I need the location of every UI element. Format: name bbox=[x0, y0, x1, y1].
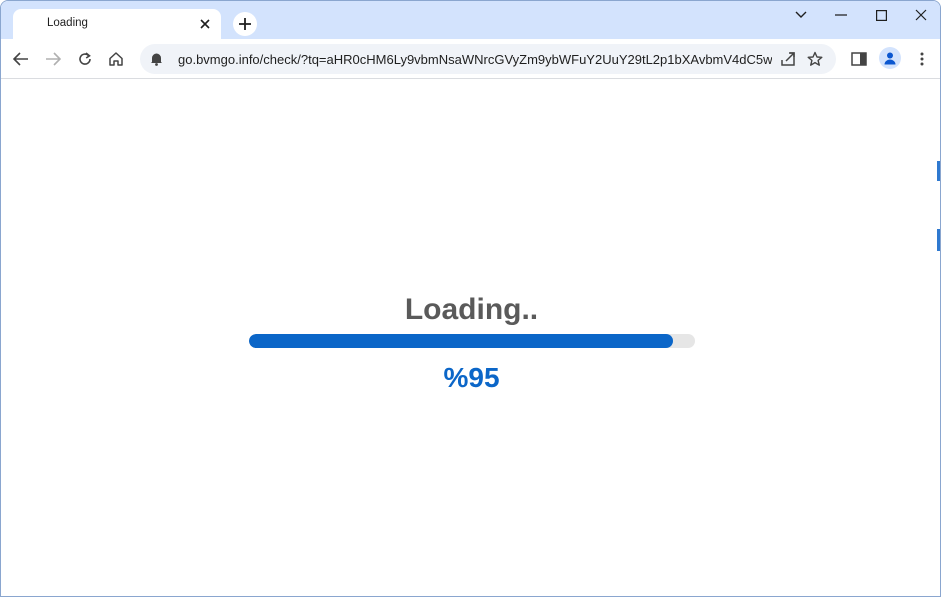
tab-title: Loading bbox=[47, 17, 88, 29]
person-icon bbox=[883, 51, 897, 65]
plus-icon bbox=[238, 17, 252, 31]
minimize-button[interactable] bbox=[829, 5, 853, 25]
browser-menu-button[interactable] bbox=[910, 47, 934, 71]
forward-button[interactable] bbox=[41, 47, 65, 71]
reload-icon bbox=[77, 51, 93, 67]
background-window-edge bbox=[937, 161, 940, 181]
home-icon bbox=[108, 51, 124, 67]
window-close-button[interactable] bbox=[909, 5, 933, 25]
side-panel-icon bbox=[851, 52, 867, 66]
tab-strip: Loading bbox=[1, 1, 940, 39]
tab-loading[interactable]: Loading bbox=[13, 9, 221, 39]
share-icon[interactable] bbox=[780, 51, 796, 67]
maximize-icon bbox=[875, 9, 887, 21]
arrow-right-icon bbox=[45, 52, 61, 66]
close-icon[interactable] bbox=[197, 16, 213, 32]
reload-button[interactable] bbox=[73, 47, 97, 71]
address-bar[interactable]: go.bvmgo.info/check/?tq=aHR0cHM6Ly9vbmNs… bbox=[140, 44, 836, 74]
new-tab-button[interactable] bbox=[233, 12, 257, 36]
back-button[interactable] bbox=[9, 47, 33, 71]
home-button[interactable] bbox=[104, 47, 128, 71]
kebab-menu-icon bbox=[920, 52, 924, 66]
profile-button[interactable] bbox=[879, 47, 901, 69]
minimize-icon bbox=[835, 14, 847, 16]
star-icon[interactable] bbox=[807, 51, 823, 67]
progress-percent: %95 bbox=[443, 362, 500, 393]
tab-search-button[interactable] bbox=[789, 5, 813, 25]
maximize-button[interactable] bbox=[869, 5, 893, 25]
browser-toolbar: go.bvmgo.info/check/?tq=aHR0cHM6Ly9vbmNs… bbox=[1, 39, 940, 79]
side-panel-button[interactable] bbox=[847, 47, 871, 71]
browser-window: Loading go.bvmgo.info/check/?tq=aHR0cHM6… bbox=[0, 0, 941, 597]
progress-bar bbox=[249, 334, 695, 348]
url-text[interactable]: go.bvmgo.info/check/?tq=aHR0cHM6Ly9vbmNs… bbox=[178, 52, 772, 67]
bell-icon[interactable] bbox=[150, 52, 163, 66]
arrow-left-icon bbox=[13, 52, 29, 66]
loading-title: Loading.. bbox=[404, 293, 539, 326]
chevron-down-icon bbox=[795, 11, 807, 19]
background-window-edge bbox=[937, 229, 940, 251]
page-content: Loading.. %95 bbox=[1, 80, 940, 596]
close-icon bbox=[915, 9, 927, 21]
progress-fill bbox=[249, 334, 673, 348]
